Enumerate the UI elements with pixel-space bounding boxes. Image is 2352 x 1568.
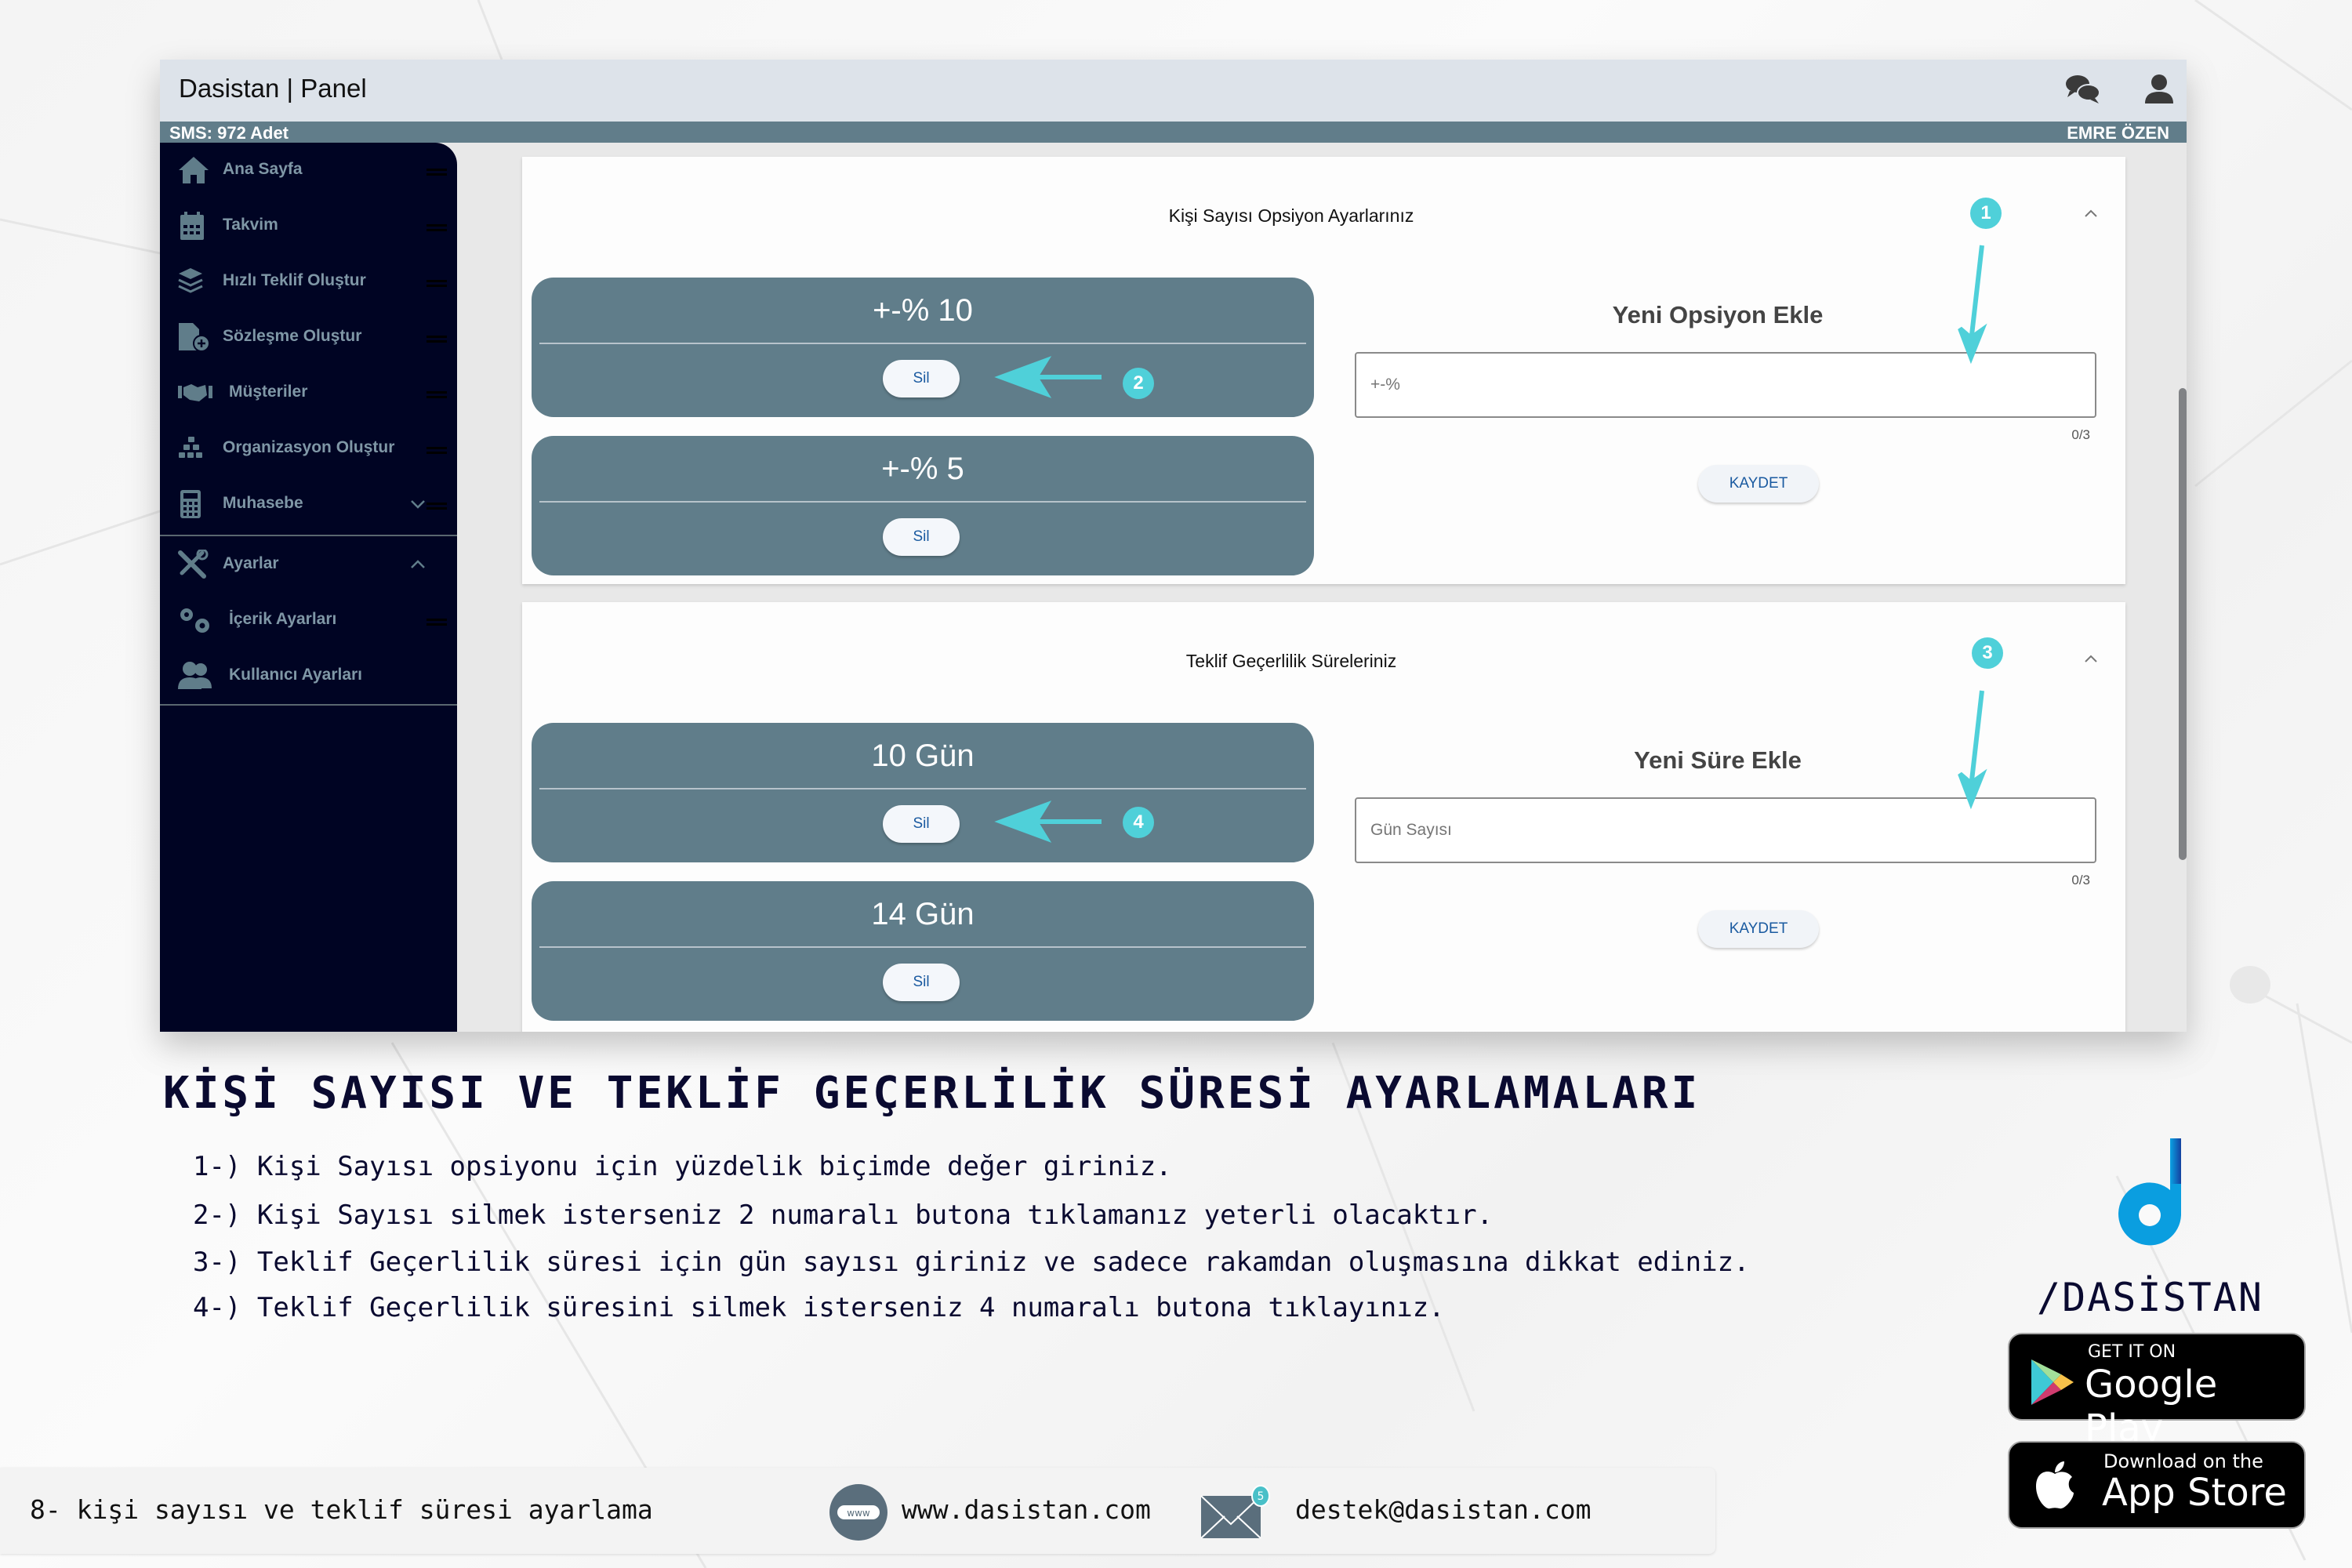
email-link[interactable]: destek@dasistan.com — [1295, 1494, 1592, 1525]
annotation-arrows — [994, 245, 1987, 843]
instructions-title: KİŞİ SAYISI VE TEKLİF GEÇERLİLİK SÜRESİ … — [163, 1068, 1701, 1119]
store-big-text: App Store — [2102, 1471, 2287, 1515]
mail-badge-count: 5 — [1258, 1490, 1265, 1503]
annotation-badge: 4 — [1123, 807, 1154, 838]
store-big-text: Google Play — [2085, 1363, 2218, 1450]
dasistan-logo-icon — [2118, 1138, 2181, 1246]
annotation-badge: 3 — [1972, 637, 2003, 669]
brand-name: /DASİSTAN — [2037, 1275, 2263, 1320]
apple-icon — [2036, 1461, 2074, 1509]
mail-icon: 5 — [1200, 1485, 1272, 1544]
google-play-button[interactable]: GET IT ON Google Play — [2008, 1333, 2306, 1450]
store-small-text: Download on the — [2103, 1450, 2263, 1472]
annotation-badge: 1 — [1970, 198, 2002, 229]
google-play-icon — [2031, 1359, 2074, 1405]
instruction-step: 4-) Teklif Geçerlilik süresini silmek is… — [193, 1292, 1445, 1323]
globe-www-icon: www — [828, 1483, 889, 1545]
footer-caption: 8- kişi sayısı ve teklif süresi ayarlama — [30, 1494, 653, 1525]
www-icon-label: www — [847, 1508, 870, 1519]
footer-bar: 8- kişi sayısı ve teklif süresi ayarlama… — [0, 1468, 1715, 1554]
instruction-step: 2-) Kişi Sayısı silmek isterseniz 2 numa… — [193, 1200, 1494, 1231]
app-store-button[interactable]: Download on the App Store — [2008, 1441, 2306, 1529]
annotation-badge: 2 — [1123, 368, 1154, 399]
instruction-step: 1-) Kişi Sayısı opsiyonu için yüzdelik b… — [193, 1151, 1172, 1182]
instruction-step: 3-) Teklif Geçerlilik süresi için gün sa… — [193, 1247, 1750, 1278]
store-small-text: GET IT ON — [2088, 1342, 2176, 1362]
app-window: Dasistan | Panel SMS: 972 Adet EMRE ÖZEN — [160, 60, 2187, 1032]
website-link[interactable]: www.dasistan.com — [902, 1494, 1151, 1525]
